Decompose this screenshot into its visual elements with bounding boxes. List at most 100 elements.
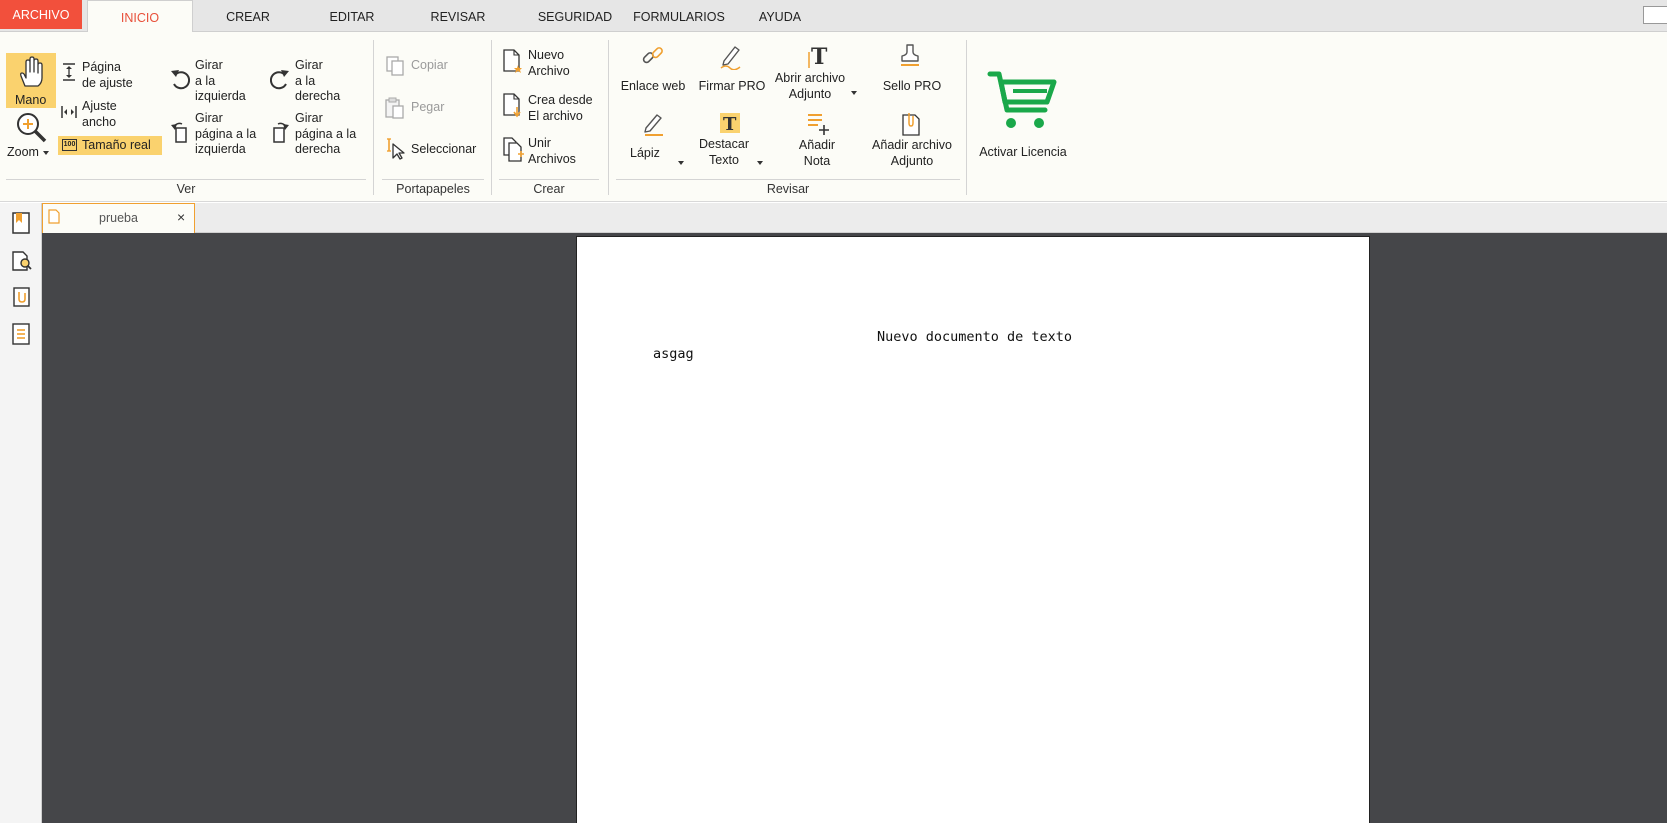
- tamano-real-label: Tamaño real: [82, 138, 151, 152]
- girar-pag-izq-line2: página a la: [195, 126, 257, 141]
- svg-text:T: T: [811, 44, 828, 70]
- pagina-ajuste-line1: Página: [82, 60, 121, 74]
- girar-derecha-button[interactable]: Girar a la derecha: [295, 58, 340, 105]
- bookmarks-icon[interactable]: [11, 211, 31, 235]
- nuevo-archivo-button[interactable]: Nuevo Archivo: [528, 48, 570, 79]
- abrir-adjunto-button[interactable]: Abrir archivo Adjunto: [768, 71, 852, 102]
- crear-group-divider: [499, 179, 599, 180]
- tab-crear[interactable]: CREAR: [212, 0, 284, 32]
- ver-group-divider: [6, 179, 366, 180]
- unir-archivos-button[interactable]: Unir Archivos: [528, 136, 576, 167]
- left-sidebar: [0, 203, 42, 823]
- unir-archivos-line1: Unir: [528, 136, 551, 150]
- highlight-text-icon: T: [720, 113, 740, 135]
- tab-inicio[interactable]: INICIO: [87, 0, 193, 33]
- tamano-real-icon: 100: [62, 139, 77, 151]
- tab-formularios[interactable]: FORMULARIOS: [622, 0, 736, 32]
- ver-group-label: Ver: [176, 182, 196, 196]
- tab-ayuda[interactable]: AYUDA: [752, 0, 808, 32]
- create-from-file-icon: [503, 93, 521, 118]
- document-page[interactable]: Nuevo documento de texto asgag: [576, 236, 1370, 823]
- tab-editar[interactable]: EDITAR: [315, 0, 389, 32]
- document-tab[interactable]: prueba ×: [42, 203, 195, 233]
- girar-pag-izq-line3: izquierda: [195, 142, 246, 156]
- girar-der-line1: Girar: [295, 58, 323, 72]
- anadir-adjunto-line2: Adjunto: [890, 153, 934, 168]
- document-icon: [48, 209, 60, 224]
- zoom-icon[interactable]: [14, 110, 48, 144]
- search-pages-icon[interactable]: [11, 248, 33, 272]
- abrir-adjunto-dropdown-icon[interactable]: [851, 91, 857, 95]
- group-separator: [491, 40, 492, 195]
- paste-icon: [385, 97, 404, 119]
- activar-licencia-button[interactable]: Activar Licencia: [975, 145, 1071, 161]
- destacar-dropdown-icon[interactable]: [757, 161, 763, 165]
- girar-pag-der-line2: página a la: [295, 126, 357, 141]
- girar-der-line2: a la: [295, 73, 316, 88]
- sign-pen-icon: [720, 46, 741, 70]
- link-icon: [642, 47, 663, 64]
- zoom-label[interactable]: Zoom: [7, 145, 39, 161]
- abrir-adjunto-line2: Adjunto: [788, 86, 832, 101]
- rotate-left-icon: [171, 70, 190, 90]
- sello-pro-button[interactable]: Sello PRO: [872, 79, 952, 95]
- tamano-real-button[interactable]: 100 Tamaño real: [58, 136, 162, 155]
- unir-archivos-line2: Archivos: [528, 151, 576, 166]
- window-control[interactable]: [1643, 6, 1667, 24]
- new-file-icon: [503, 49, 522, 73]
- select-cursor-icon: [387, 138, 405, 160]
- zoom-dropdown-icon[interactable]: [43, 151, 49, 155]
- revisar-group-label: Revisar: [766, 182, 810, 196]
- document-tab-label: prueba: [99, 211, 138, 225]
- destacar-texto-button[interactable]: Destacar Texto: [692, 137, 756, 168]
- girar-pag-izq-line1: Girar: [195, 111, 223, 125]
- anadir-nota-button[interactable]: Añadir Nota: [780, 138, 854, 169]
- close-tab-icon[interactable]: ×: [177, 209, 185, 225]
- girar-izq-line1: Girar: [195, 58, 223, 72]
- crea-desde-archivo-button[interactable]: Crea desde El archivo: [528, 93, 593, 124]
- annotations-list-icon[interactable]: [11, 322, 31, 346]
- copiar-button[interactable]: Copiar: [411, 58, 448, 74]
- pagina-ajuste-button[interactable]: Página de ajuste: [82, 60, 133, 91]
- seleccionar-button[interactable]: Seleccionar: [411, 142, 476, 158]
- ajuste-ancho-icon: [61, 106, 77, 118]
- lapiz-dropdown-icon[interactable]: [678, 161, 684, 165]
- girar-pagina-derecha-button[interactable]: Girar página a la derecha: [295, 111, 356, 158]
- merge-files-icon: [503, 137, 524, 162]
- portapapeles-group-label: Portapapeles: [396, 182, 470, 196]
- mano-label: Mano: [15, 93, 47, 107]
- girar-pagina-izquierda-button[interactable]: Girar página a la izquierda: [195, 111, 256, 158]
- pencil-icon: [644, 114, 663, 136]
- group-separator: [608, 40, 609, 195]
- menu-bar: ARCHIVO INICIO CREAR EDITAR REVISAR SEGU…: [0, 0, 1667, 33]
- anadir-adjunto-button[interactable]: Añadir archivo Adjunto: [866, 138, 958, 169]
- rotate-page-right-icon: [273, 122, 289, 143]
- ajuste-ancho-line2: ancho: [82, 114, 117, 129]
- ajuste-ancho-line1: Ajuste: [82, 99, 117, 113]
- hand-icon: [20, 56, 43, 87]
- ajuste-ancho-button[interactable]: Ajuste ancho: [82, 99, 117, 130]
- firmar-pro-button[interactable]: Firmar PRO: [692, 79, 772, 95]
- abrir-adjunto-line1: Abrir archivo: [774, 71, 846, 85]
- attachment-text-icon: T: [808, 44, 828, 70]
- destacar-line2: Texto: [709, 152, 739, 167]
- tab-archivo[interactable]: ARCHIVO: [0, 0, 82, 29]
- tab-revisar[interactable]: REVISAR: [418, 0, 498, 32]
- add-note-icon: [808, 114, 829, 135]
- document-line-2: asgag: [653, 346, 694, 362]
- anadir-nota-line1: Añadir: [798, 138, 836, 152]
- pagina-ajuste-icon: [63, 63, 75, 81]
- lapiz-button[interactable]: Lápiz: [630, 146, 660, 162]
- mano-button[interactable]: Mano: [6, 53, 56, 108]
- girar-izquierda-button[interactable]: Girar a la izquierda: [195, 58, 246, 105]
- enlace-web-button[interactable]: Enlace web: [614, 79, 692, 95]
- attachments-icon[interactable]: [11, 285, 33, 309]
- tab-seguridad[interactable]: SEGURIDAD: [524, 0, 626, 32]
- anadir-adjunto-line1: Añadir archivo: [872, 138, 952, 152]
- girar-izq-line2: a la: [195, 73, 216, 88]
- crea-desde-line1: Crea desde: [528, 93, 593, 107]
- pagina-ajuste-line2: de ajuste: [82, 75, 133, 90]
- pegar-button[interactable]: Pegar: [411, 100, 444, 116]
- shopping-cart-icon[interactable]: [987, 70, 1057, 130]
- rotate-page-left-icon: [171, 122, 187, 143]
